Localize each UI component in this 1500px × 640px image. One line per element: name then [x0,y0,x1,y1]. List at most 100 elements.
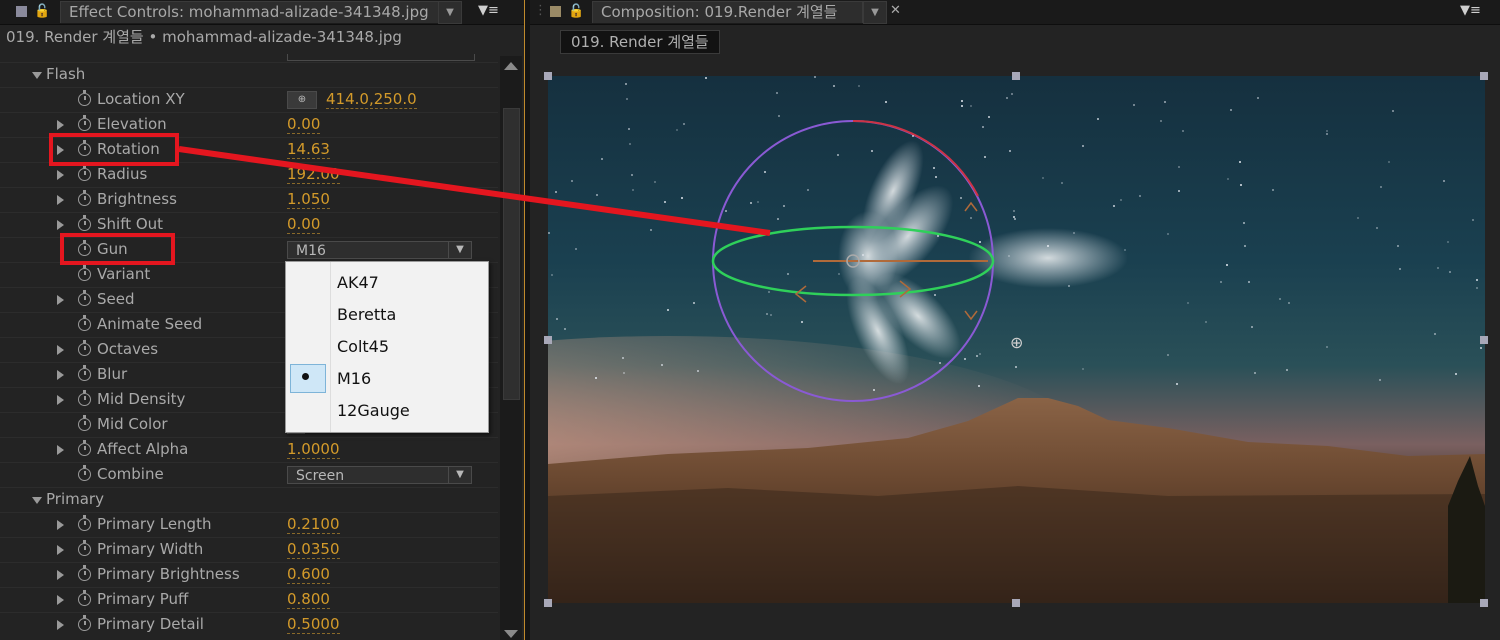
tab-composition[interactable]: Composition: 019.Render 계열들 [592,1,863,23]
property-row-primary-brightness[interactable]: Primary Brightness 0.600 [0,562,498,588]
section-flash[interactable]: Flash [0,62,498,88]
property-row-primary-puff[interactable]: Primary Puff 0.800 [0,587,498,613]
dropdown-option-beretta[interactable]: Beretta [286,298,486,330]
expand-arrow-icon[interactable] [57,570,64,580]
stopwatch-icon[interactable] [78,265,91,281]
stopwatch-icon[interactable] [78,290,91,306]
scroll-up-icon[interactable] [504,62,518,70]
stopwatch-icon[interactable] [78,115,91,131]
tab-effect-controls[interactable]: Effect Controls: mohammad-alizade-341348… [60,1,450,23]
expand-arrow-icon[interactable] [57,295,64,305]
edge-handle[interactable] [544,336,552,344]
expand-arrow-icon[interactable] [57,345,64,355]
property-row-primary-detail[interactable]: Primary Detail 0.5000 [0,612,498,638]
expand-arrow-icon[interactable] [57,595,64,605]
stopwatch-icon[interactable] [78,340,91,356]
stopwatch-icon[interactable] [78,165,91,181]
corner-handle[interactable] [1480,72,1488,80]
stopwatch-icon[interactable] [78,565,91,581]
stopwatch-icon[interactable] [78,515,91,531]
property-value[interactable]: 1.050 [287,190,330,209]
star [776,217,779,220]
expand-arrow-icon[interactable] [57,195,64,205]
tab-dropdown-button[interactable]: ▼ [863,1,887,24]
property-value[interactable]: 192.00 [287,165,340,184]
dropdown-option-colt45[interactable]: Colt45 [286,330,486,362]
star [1325,133,1328,136]
expand-arrow-icon[interactable] [57,395,64,405]
stopwatch-icon[interactable] [78,415,91,431]
property-value[interactable]: 0.2100 [287,515,340,534]
edge-handle[interactable] [1480,336,1488,344]
vertical-scrollbar[interactable] [500,56,522,640]
property-label: Combine [97,465,164,483]
crosshair-icon[interactable]: ⊕ [287,91,317,109]
chevron-down-icon[interactable]: ▼ [448,242,471,258]
expand-arrow-icon[interactable] [57,545,64,555]
property-value[interactable]: 1.0000 [287,440,340,459]
expand-arrow-icon[interactable] [57,220,64,230]
corner-handle[interactable] [544,599,552,607]
expand-arrow-icon[interactable] [57,170,64,180]
stopwatch-icon[interactable] [78,590,91,606]
property-value[interactable]: 414.0,250.0 [326,90,417,109]
lock-icon[interactable]: 🔓 [34,4,50,19]
stopwatch-icon[interactable] [78,365,91,381]
corner-handle[interactable] [1480,599,1488,607]
stopwatch-icon[interactable] [78,615,91,631]
composition-name-label[interactable]: 019. Render 계열들 [560,30,720,54]
dropdown-option-12gauge[interactable]: 12Gauge [286,394,486,426]
stopwatch-icon[interactable] [78,315,91,331]
panel-menu-icon[interactable]: ▼≡ [478,3,499,19]
star [806,188,809,191]
stopwatch-icon[interactable] [78,440,91,456]
stopwatch-icon[interactable] [78,465,91,481]
star [1219,280,1222,283]
edge-handle[interactable] [1012,72,1020,80]
expand-arrow-icon[interactable] [57,370,64,380]
tab-dropdown-button[interactable]: ▼ [438,1,462,24]
stopwatch-icon[interactable] [78,90,91,106]
gun-dropdown-menu[interactable]: AK47 Beretta Colt45 M16 12Gauge [285,261,489,433]
lock-icon[interactable]: 🔓 [568,4,584,19]
edge-handle[interactable] [1012,599,1020,607]
panel-menu-icon[interactable]: ▼≡ [1460,3,1481,19]
chevron-down-icon[interactable]: ▼ [448,467,471,483]
expand-arrow-icon[interactable] [57,120,64,130]
stopwatch-icon[interactable] [78,190,91,206]
property-value[interactable]: 0.5000 [287,615,340,634]
property-row-combine[interactable]: Combine Screen ▼ [0,462,498,488]
property-value[interactable]: 0.0350 [287,540,340,559]
scroll-down-icon[interactable] [504,630,518,638]
star [1272,188,1275,191]
property-row-location-xy[interactable]: Location XY ⊕ 414.0,250.0 [0,87,498,113]
property-row-primary-width[interactable]: Primary Width 0.0350 [0,537,498,563]
expand-arrow-icon[interactable] [32,72,42,79]
close-icon[interactable]: ✕ [890,3,901,18]
stopwatch-icon[interactable] [78,540,91,556]
property-value[interactable]: 0.600 [287,565,330,584]
property-row-primary-length[interactable]: Primary Length 0.2100 [0,512,498,538]
section-primary[interactable]: Primary [0,487,498,513]
grip-icon[interactable]: ⋮ [534,3,547,18]
dropdown-option-m16[interactable]: M16 [286,362,486,394]
property-value[interactable]: 14.63 [287,140,330,159]
property-value[interactable]: 0.00 [287,115,321,134]
composition-viewer[interactable]: ⊕ [548,76,1485,603]
gun-select[interactable]: M16 ▼ [287,241,472,259]
property-row-affect-alpha[interactable]: Affect Alpha 1.0000 [0,437,498,463]
corner-handle[interactable] [544,72,552,80]
property-value[interactable]: 0.800 [287,590,330,609]
expand-arrow-icon[interactable] [57,620,64,630]
dropdown-option-ak47[interactable]: AK47 [286,266,486,298]
stopwatch-icon[interactable] [78,390,91,406]
property-value[interactable]: 0.00 [287,215,321,234]
expand-arrow-icon[interactable] [57,520,64,530]
property-row-brightness[interactable]: Brightness 1.050 [0,187,498,213]
stopwatch-icon[interactable] [78,215,91,231]
star [1476,286,1479,289]
combine-select[interactable]: Screen ▼ [287,466,472,484]
expand-arrow-icon[interactable] [32,497,42,504]
expand-arrow-icon[interactable] [57,445,64,455]
scroll-thumb[interactable] [503,108,520,400]
